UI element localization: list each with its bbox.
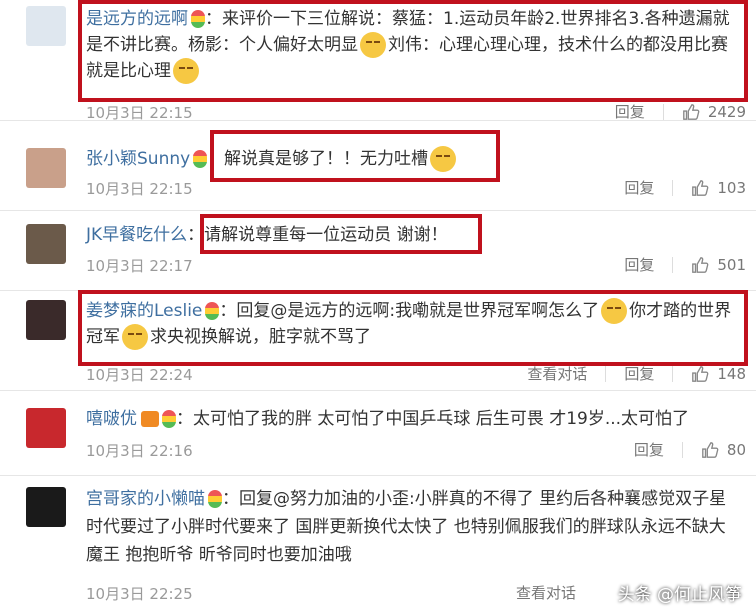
view-conversation-link[interactable]: 查看对话 — [516, 582, 576, 603]
comment-item-2: 张小颖Sunny 解说真是够了！！无力吐槽 10月3日 22:15 回复 103 — [0, 120, 756, 211]
timestamp: 10月3日 22:15 — [86, 180, 193, 198]
comment-body: 宫哥家的小懒喵 ：回复@努力加油的小歪:小胖真的不得了 里约后各种襄感觉双子星时代… — [86, 485, 740, 569]
comment-actions: 查看对话 回复 148 — [509, 363, 746, 384]
thumbs-up-icon — [692, 179, 709, 196]
divider — [681, 441, 683, 458]
divider — [605, 365, 607, 382]
reply-button[interactable]: 回复 — [624, 177, 654, 198]
comment-actions: 查看对话 — [498, 582, 576, 603]
highlight-box — [200, 214, 482, 254]
rainbow-badge-icon — [208, 490, 222, 508]
comment-body: 嘻啵优 ：太可怕了我的胖 太可怕了中国乒乓球 后生可畏 才19岁...太可怕了 — [86, 406, 740, 432]
like-count: 148 — [717, 364, 746, 383]
timestamp: 10月3日 22:25 — [86, 585, 193, 603]
username-link[interactable]: 嘻啵优 — [86, 409, 137, 429]
like-button[interactable]: 501 — [691, 256, 746, 274]
highlight-box — [78, 290, 748, 366]
avatar[interactable] — [26, 300, 66, 340]
thinking-emoji-icon — [430, 146, 456, 172]
username-link[interactable]: JK早餐吃什么 — [86, 225, 187, 245]
avatar[interactable] — [26, 408, 66, 448]
timestamp: 10月3日 22:16 — [86, 442, 193, 460]
comment-actions: 回复 2429 — [597, 101, 746, 122]
like-count: 80 — [726, 440, 746, 459]
comment-text: 解说真是够了！！无力吐槽 — [224, 144, 458, 172]
comment-text-value: 解说真是够了！！无力吐槽 — [224, 149, 428, 169]
like-button[interactable]: 2429 — [682, 103, 746, 121]
username-link[interactable]: 宫哥家的小懒喵 — [86, 489, 205, 509]
like-button[interactable]: 148 — [691, 365, 746, 383]
avatar[interactable] — [26, 487, 66, 527]
thumbs-up-icon — [702, 441, 719, 458]
avatar[interactable] — [26, 6, 66, 46]
watermark: 头条 @何止风筝 — [617, 585, 742, 605]
divider — [672, 365, 674, 382]
comment-actions: 回复 103 — [606, 177, 746, 198]
like-button[interactable]: 80 — [701, 441, 746, 459]
reply-button[interactable]: 回复 — [615, 101, 645, 122]
like-button[interactable]: 103 — [691, 179, 746, 197]
comment-item-6: 宫哥家的小懒喵 ：回复@努力加油的小歪:小胖真的不得了 里约后各种襄感觉双子星时代… — [0, 475, 756, 611]
comment-item-4: 姜梦寐的Leslie ：回复@是远方的远啊:我嘞就是世界冠军啊怎么了 你才踏的世界冠… — [0, 290, 756, 391]
avatar[interactable] — [26, 148, 66, 188]
thumbs-up-icon — [682, 103, 700, 120]
like-count: 501 — [717, 255, 746, 274]
timestamp: 10月3日 22:17 — [86, 257, 193, 275]
comment-text: ：太可怕了我的胖 太可怕了中国乒乓球 后生可畏 才19岁...太可怕了 — [176, 409, 690, 429]
divider — [662, 103, 664, 120]
username-link[interactable]: 张小颖Sunny — [86, 149, 190, 169]
reply-button[interactable]: 回复 — [624, 363, 654, 384]
divider — [672, 256, 674, 273]
thumbs-up-icon — [692, 365, 709, 382]
comment-actions: 回复 80 — [616, 439, 746, 460]
rainbow-badge-icon — [162, 410, 176, 428]
reply-button[interactable]: 回复 — [624, 254, 654, 275]
divider — [672, 179, 674, 196]
view-conversation-link[interactable]: 查看对话 — [527, 363, 587, 384]
comment-item-3: JK早餐吃什么：请解说尊重每一位运动员 谢谢！ 10月3日 22:17 回复 5… — [0, 210, 756, 291]
like-count: 2429 — [707, 102, 746, 121]
thumbs-up-icon — [692, 256, 709, 273]
comment-item-1: 是远方的远啊 ：来评价一下三位解说：蔡猛：1.运动员年龄2.世界排名3.各种遗漏就… — [0, 0, 756, 122]
reply-button[interactable]: 回复 — [634, 439, 664, 460]
comment-actions: 回复 501 — [606, 254, 746, 275]
avatar[interactable] — [26, 224, 66, 264]
vip-icon — [141, 411, 159, 427]
rainbow-badge-icon — [193, 150, 208, 168]
highlight-box — [78, 0, 748, 102]
like-count: 103 — [717, 178, 746, 197]
timestamp: 10月3日 22:24 — [86, 366, 193, 384]
comment-item-5: 嘻啵优 ：太可怕了我的胖 太可怕了中国乒乓球 后生可畏 才19岁...太可怕了 1… — [0, 390, 756, 476]
